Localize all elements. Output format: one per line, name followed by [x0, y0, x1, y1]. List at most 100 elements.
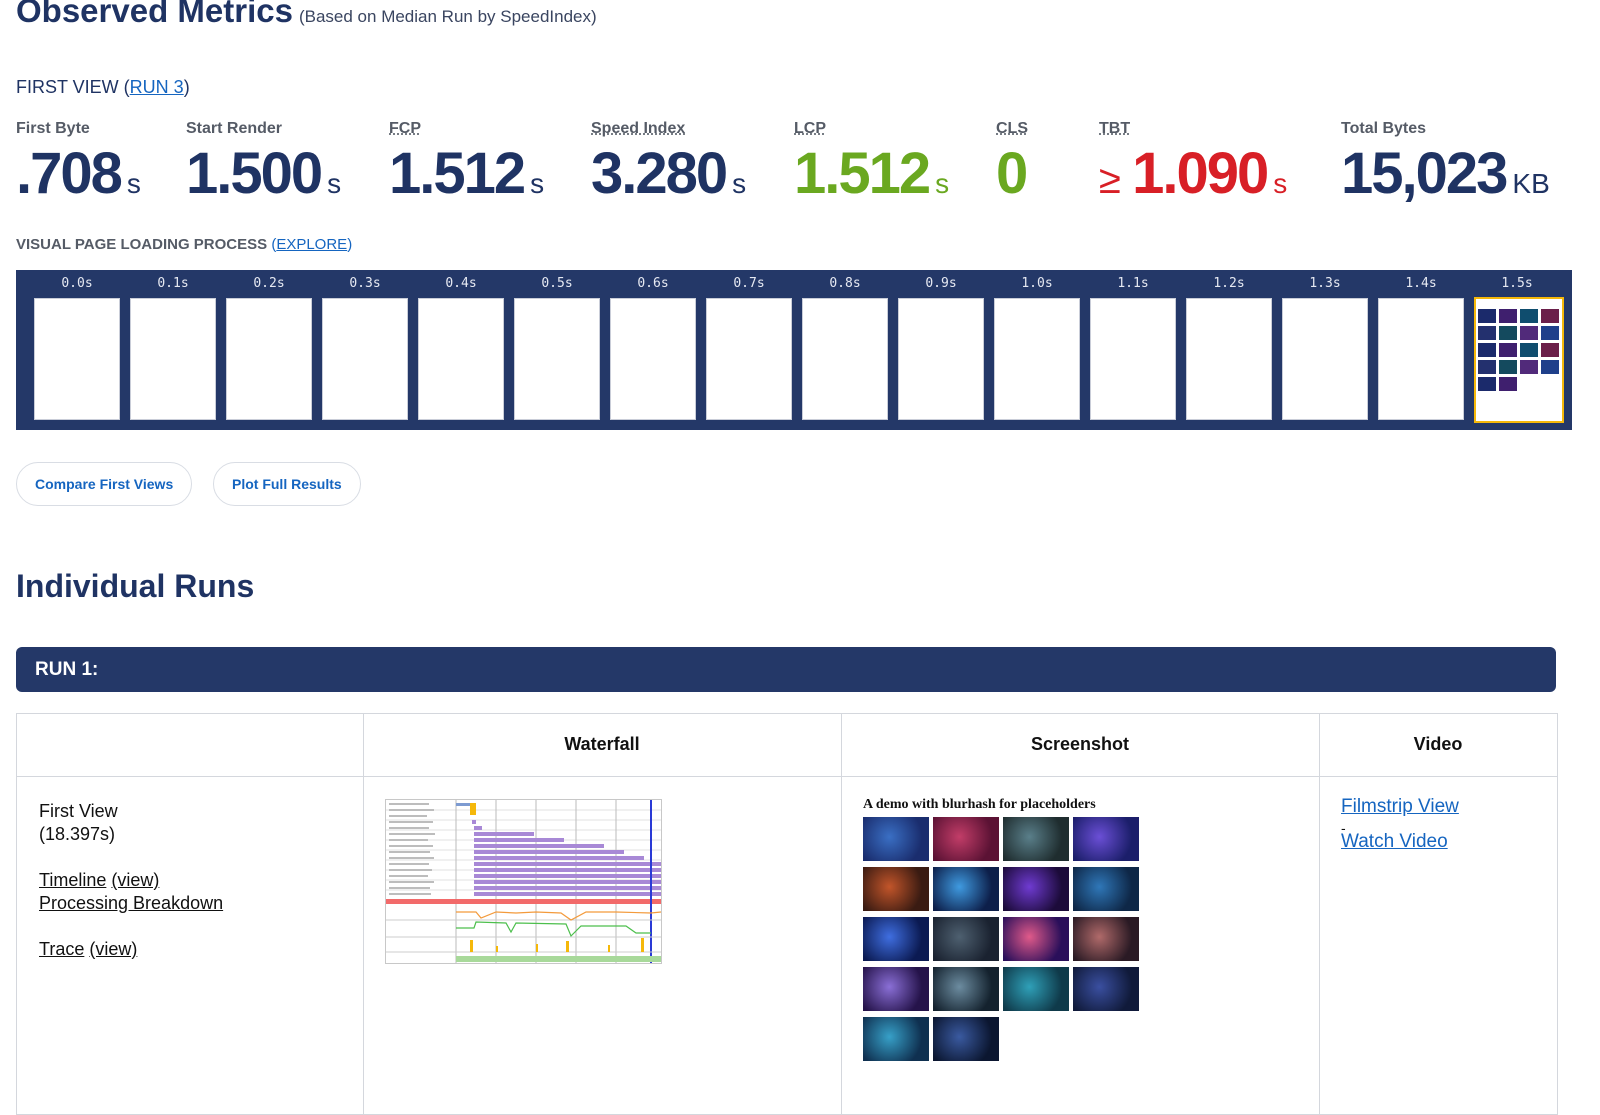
filmstrip-frame[interactable]: 0.8s: [802, 270, 888, 420]
filmstrip-frame-image: [994, 298, 1080, 420]
metric-unit: s: [126, 168, 141, 199]
first-view-suffix: ): [183, 77, 190, 97]
metric-cls: CLS 0: [996, 120, 1028, 206]
filmstrip-frame[interactable]: 0.5s: [514, 270, 600, 420]
filmstrip-frame[interactable]: 1.5s: [1474, 270, 1564, 423]
timeline-view-link[interactable]: (view): [111, 870, 159, 890]
trace-view-link[interactable]: (view): [89, 939, 137, 959]
metric-start-render: Start Render 1.500 s: [186, 120, 341, 216]
observed-metrics-subtitle: (Based on Median Run by SpeedIndex): [298, 7, 597, 26]
filmstrip-frame-image: [1378, 298, 1464, 420]
screenshot-grid-image: [933, 967, 999, 1011]
screenshot-column-header: Screenshot: [1030, 734, 1130, 754]
filmstrip-frame[interactable]: 1.3s: [1282, 270, 1368, 420]
filmstrip-frame[interactable]: 0.1s: [130, 270, 216, 420]
filmstrip-frame[interactable]: 0.3s: [322, 270, 408, 420]
filmstrip-frame[interactable]: 1.4s: [1378, 270, 1464, 420]
metric-speed-index: Speed Index 3.280 s: [591, 120, 746, 216]
metric-value: 1.090: [1132, 141, 1269, 206]
filmstrip[interactable]: 0.0s 0.1s 0.2s 0.3s 0.4s 0.5s 0.6s 0.7s 0.8s 0.9s…: [16, 270, 1572, 430]
screenshot-image-grid: [863, 817, 1148, 1061]
metric-fcp: FCP 1.512 s: [389, 120, 544, 216]
metric-label[interactable]: Speed Index: [591, 120, 746, 138]
run-3-link[interactable]: RUN 3: [130, 77, 184, 97]
screenshot-grid-image: [933, 867, 999, 911]
metric-label[interactable]: FCP: [389, 120, 544, 138]
metric-total-bytes: Total Bytes 15,023 KB: [1341, 120, 1550, 216]
metric-first-byte: First Byte .708 s: [16, 120, 141, 216]
waterfall-column-header: Waterfall: [564, 734, 640, 754]
filmstrip-frame[interactable]: 1.2s: [1186, 270, 1272, 420]
processing-breakdown-link[interactable]: Processing Breakdown: [39, 893, 223, 913]
run-1-label: RUN 1:: [35, 659, 99, 680]
first-view-time: (18.397s): [39, 824, 116, 844]
metric-label: Start Render: [186, 120, 283, 137]
filmstrip-frame[interactable]: 1.1s: [1090, 270, 1176, 420]
watch-video-link[interactable]: Watch Video: [1341, 831, 1448, 853]
visual-loading-title: VISUAL PAGE LOADING PROCESS: [16, 236, 268, 253]
explore-link[interactable]: EXPLORE: [276, 236, 347, 253]
screenshot-grid-image: [1073, 917, 1139, 961]
filmstrip-view-link[interactable]: Filmstrip View: [1341, 796, 1459, 818]
filmstrip-frame[interactable]: 0.2s: [226, 270, 312, 420]
filmstrip-frame[interactable]: 0.7s: [706, 270, 792, 420]
metric-label[interactable]: TBT: [1099, 120, 1287, 138]
filmstrip-frame-image: [34, 298, 120, 420]
filmstrip-frame-time: 0.9s: [925, 276, 957, 291]
filmstrip-frame[interactable]: 1.0s: [994, 270, 1080, 420]
run-1-table: Waterfall Screenshot Video First View (1…: [16, 713, 1558, 1115]
screenshot-grid-image: [863, 867, 929, 911]
screenshot-grid-image: [863, 917, 929, 961]
filmstrip-frame-time: 0.1s: [157, 276, 189, 291]
filmstrip-frame[interactable]: 0.6s: [610, 270, 696, 420]
screenshot-grid-image: [1073, 817, 1139, 861]
metric-label: Total Bytes: [1341, 120, 1427, 137]
first-view-prefix: FIRST VIEW (: [16, 77, 130, 97]
page-title: Observed Metrics (Based on Median Run by …: [16, 0, 597, 30]
filmstrip-frame-image: [1282, 298, 1368, 420]
metric-value: .708: [16, 141, 123, 206]
filmstrip-frame-time: 0.6s: [637, 276, 669, 291]
filmstrip-frame-time: 0.3s: [349, 276, 381, 291]
metric-unit: s: [327, 168, 342, 199]
screenshot-grid-image: [933, 917, 999, 961]
screenshot-grid-image: [1003, 967, 1069, 1011]
metric-label[interactable]: LCP: [794, 120, 949, 138]
filmstrip-frame-image: [1090, 298, 1176, 420]
run-1-header: RUN 1:: [16, 647, 1556, 692]
screenshot-grid-image: [863, 817, 929, 861]
compare-first-views-button[interactable]: Compare First Views: [16, 462, 193, 506]
metric-unit: s: [1273, 168, 1288, 199]
trace-link[interactable]: Trace: [39, 939, 84, 959]
individual-runs-title: Individual Runs: [16, 568, 255, 604]
screenshot-grid-image: [933, 1017, 999, 1061]
timeline-link[interactable]: Timeline: [39, 870, 106, 890]
waterfall-thumbnail[interactable]: [385, 799, 718, 964]
metric-value: 15,023: [1341, 141, 1508, 206]
filmstrip-frame-time: 0.8s: [829, 276, 861, 291]
plot-full-results-button[interactable]: Plot Full Results: [213, 462, 361, 506]
observed-metrics-title: Observed Metrics: [16, 0, 293, 29]
filmstrip-frame-time: 1.5s: [1501, 276, 1533, 291]
filmstrip-frame[interactable]: 0.0s: [34, 270, 120, 420]
filmstrip-frame-time: 1.3s: [1309, 276, 1341, 291]
filmstrip-frame[interactable]: 0.4s: [418, 270, 504, 420]
metric-label[interactable]: CLS: [996, 120, 1028, 138]
filmstrip-frame-image: [706, 298, 792, 420]
filmstrip-frame-time: 1.1s: [1117, 276, 1149, 291]
filmstrip-frame-image: [418, 298, 504, 420]
metric-tbt: TBT ≥ 1.090 s: [1099, 120, 1287, 216]
filmstrip-frame-time: 0.5s: [541, 276, 573, 291]
screenshot-grid-image: [1073, 867, 1139, 911]
filmstrip-frame-image: [610, 298, 696, 420]
screenshot-grid-image: [1003, 817, 1069, 861]
filmstrip-frame-image: [898, 298, 984, 420]
first-view-name: First View: [39, 801, 118, 821]
filmstrip-frame-time: 1.0s: [1021, 276, 1053, 291]
screenshot-page-title: A demo with blurhash for placeholders: [863, 797, 1096, 812]
screenshot-thumbnail[interactable]: A demo with blurhash for placeholders: [863, 797, 1148, 1067]
filmstrip-frame-time: 1.2s: [1213, 276, 1245, 291]
filmstrip-frame[interactable]: 0.9s: [898, 270, 984, 420]
metric-prefix: ≥: [1099, 158, 1133, 202]
first-view-label: FIRST VIEW (RUN 3): [16, 77, 190, 98]
